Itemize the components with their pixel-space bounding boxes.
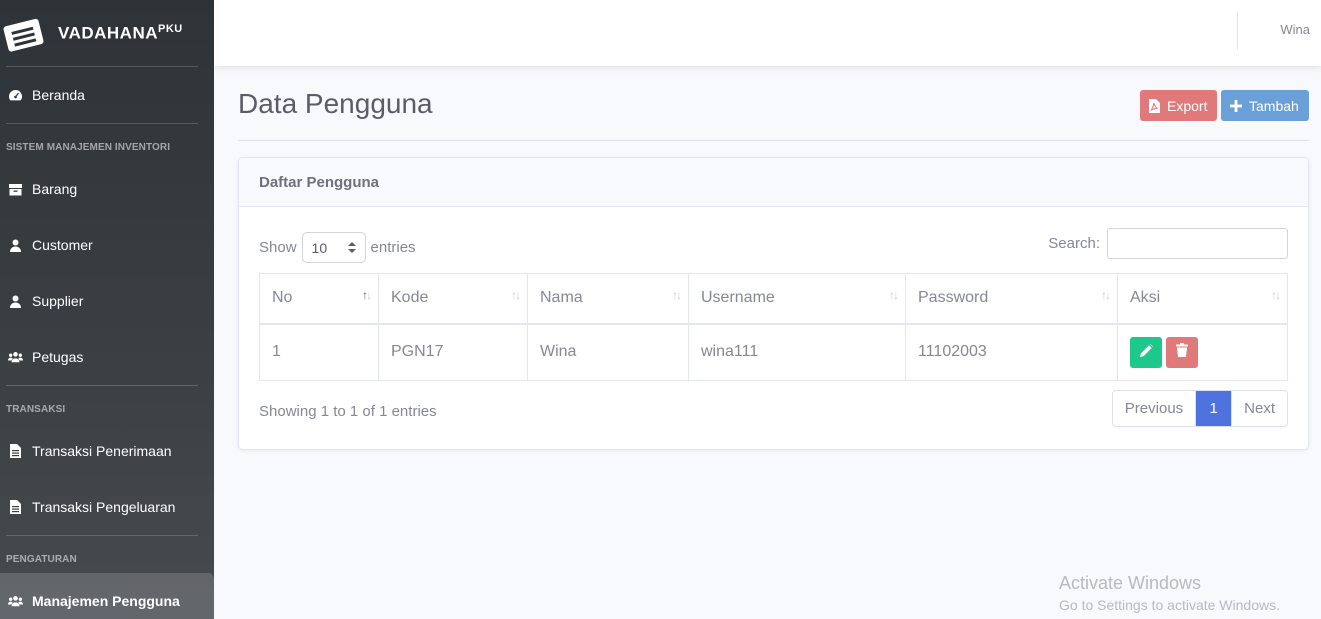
add-button[interactable]: Tambah [1221,90,1309,121]
table-row: 1 PGN17 Wina wina111 11102003 [259,323,1288,381]
entries-select-value: 10 [311,239,328,256]
sidebar-item-label: Beranda [32,87,85,103]
cell-actions [1117,323,1288,381]
add-label: Tambah [1249,97,1299,114]
trash-icon [1176,342,1188,362]
export-button[interactable]: Export [1140,90,1217,121]
watermark-subtitle: Go to Settings to activate Windows. [1059,597,1280,613]
brand[interactable]: VADAHANAPKU [0,0,214,66]
table-header-row: No ↑↓ Kode ↑↓ Nama ↑↓ Username ↑↓ Password ↑↓… [259,273,1288,325]
watermark-title: Activate Windows [1059,573,1202,593]
sidebar-item-transaksi-penerimaan[interactable]: Transaksi Penerimaan [0,423,214,479]
sidebar: VADAHANAPKU Beranda SISTEM MANAJEMEN INV… [0,0,214,619]
column-header-kode[interactable]: Kode ↑↓ [378,273,528,325]
sidebar-heading-settings: PENGATURAN [6,554,77,565]
sidebar-item-supplier[interactable]: Supplier [0,273,214,329]
sidebar-item-beranda[interactable]: Beranda [0,67,214,123]
column-header-password[interactable]: Password ↑↓ [905,273,1118,325]
document-icon [8,444,23,458]
page-title: Data Pengguna [238,88,433,119]
entries-label: entries [370,239,416,256]
users-icon [8,594,23,608]
column-header-no[interactable]: No ↑↓ [259,273,379,325]
user-icon [8,238,23,252]
search-input[interactable] [1107,228,1288,259]
sidebar-item-label: Supplier [32,293,84,309]
topbar: Wina [214,0,1321,66]
sidebar-item-label: Customer [32,237,93,253]
topbar-divider [1237,12,1238,50]
sidebar-item-barang[interactable]: Barang [0,161,214,217]
sidebar-heading-inventory: SISTEM MANAJEMEN INVENTORI [6,142,171,153]
sidebar-item-petugas[interactable]: Petugas [0,329,214,385]
sort-asc-icon: ↑↓ [362,288,372,302]
show-label: Show [259,239,297,256]
column-header-nama[interactable]: Nama ↑↓ [527,273,689,325]
users-card: Daftar Pengguna Show 10 entries Search: … [238,157,1309,450]
sort-icon: ↑↓ [511,288,521,302]
delete-button[interactable] [1166,336,1198,368]
pagination: Previous 1 Next [1111,390,1288,427]
cell-nama: Wina [527,323,689,381]
sidebar-item-label: Manajemen Pengguna [32,593,180,609]
pencil-icon [1139,343,1153,362]
sidebar-item-customer[interactable]: Customer [0,217,214,273]
table-info: Showing 1 to 1 of 1 entries [259,403,437,420]
card-title: Daftar Pengguna [239,158,1308,207]
warehouse-logo-icon [2,14,46,52]
document-icon [8,500,23,514]
sort-icon: ↑↓ [1271,288,1281,302]
sort-caret-icon [347,240,356,256]
search-label: Search: [1048,235,1100,252]
pdf-file-icon [1149,98,1160,113]
pagination-next[interactable]: Next [1231,391,1287,426]
column-header-aksi[interactable]: Aksi ↑↓ [1117,273,1288,325]
users-table: No ↑↓ Kode ↑↓ Nama ↑↓ Username ↑↓ Password ↑↓… [259,273,1288,381]
sort-icon: ↑↓ [889,288,899,302]
pagination-page-1[interactable]: 1 [1196,391,1232,426]
plus-icon [1230,99,1242,112]
sidebar-item-label: Petugas [32,349,84,365]
sidebar-item-label: Barang [32,181,78,197]
sidebar-item-manajemen-pengguna[interactable]: Manajemen Pengguna [0,573,214,619]
search-control: Search: [1048,228,1288,259]
sort-icon: ↑↓ [1101,288,1111,302]
header-divider [238,140,1309,141]
brand-name: VADAHANAPKU [58,22,183,43]
sidebar-heading-transaction: TRANSAKSI [6,404,66,415]
cell-username: wina111 [688,323,906,381]
users-icon [8,350,23,364]
user-menu[interactable]: Wina [1280,22,1310,37]
sidebar-item-label: Transaksi Penerimaan [32,443,172,459]
column-header-username[interactable]: Username ↑↓ [688,273,906,325]
pagination-previous[interactable]: Previous [1113,391,1197,426]
entries-length-control: Show 10 entries [259,232,416,263]
edit-button[interactable] [1130,337,1162,368]
sidebar-item-transaksi-pengeluaran[interactable]: Transaksi Pengeluaran [0,479,214,535]
cell-kode: PGN17 [378,323,528,381]
sidebar-item-label: Transaksi Pengeluaran [32,499,176,515]
entries-select[interactable]: 10 [301,232,366,263]
export-label: Export [1167,97,1208,114]
user-icon [8,294,23,308]
box-icon [8,182,23,196]
cell-no: 1 [259,323,379,381]
dashboard-icon [8,88,23,102]
sort-icon: ↑↓ [672,288,682,302]
activate-windows-watermark: Activate Windows Go to Settings to activ… [1059,573,1280,613]
cell-password: 11102003 [905,323,1118,381]
